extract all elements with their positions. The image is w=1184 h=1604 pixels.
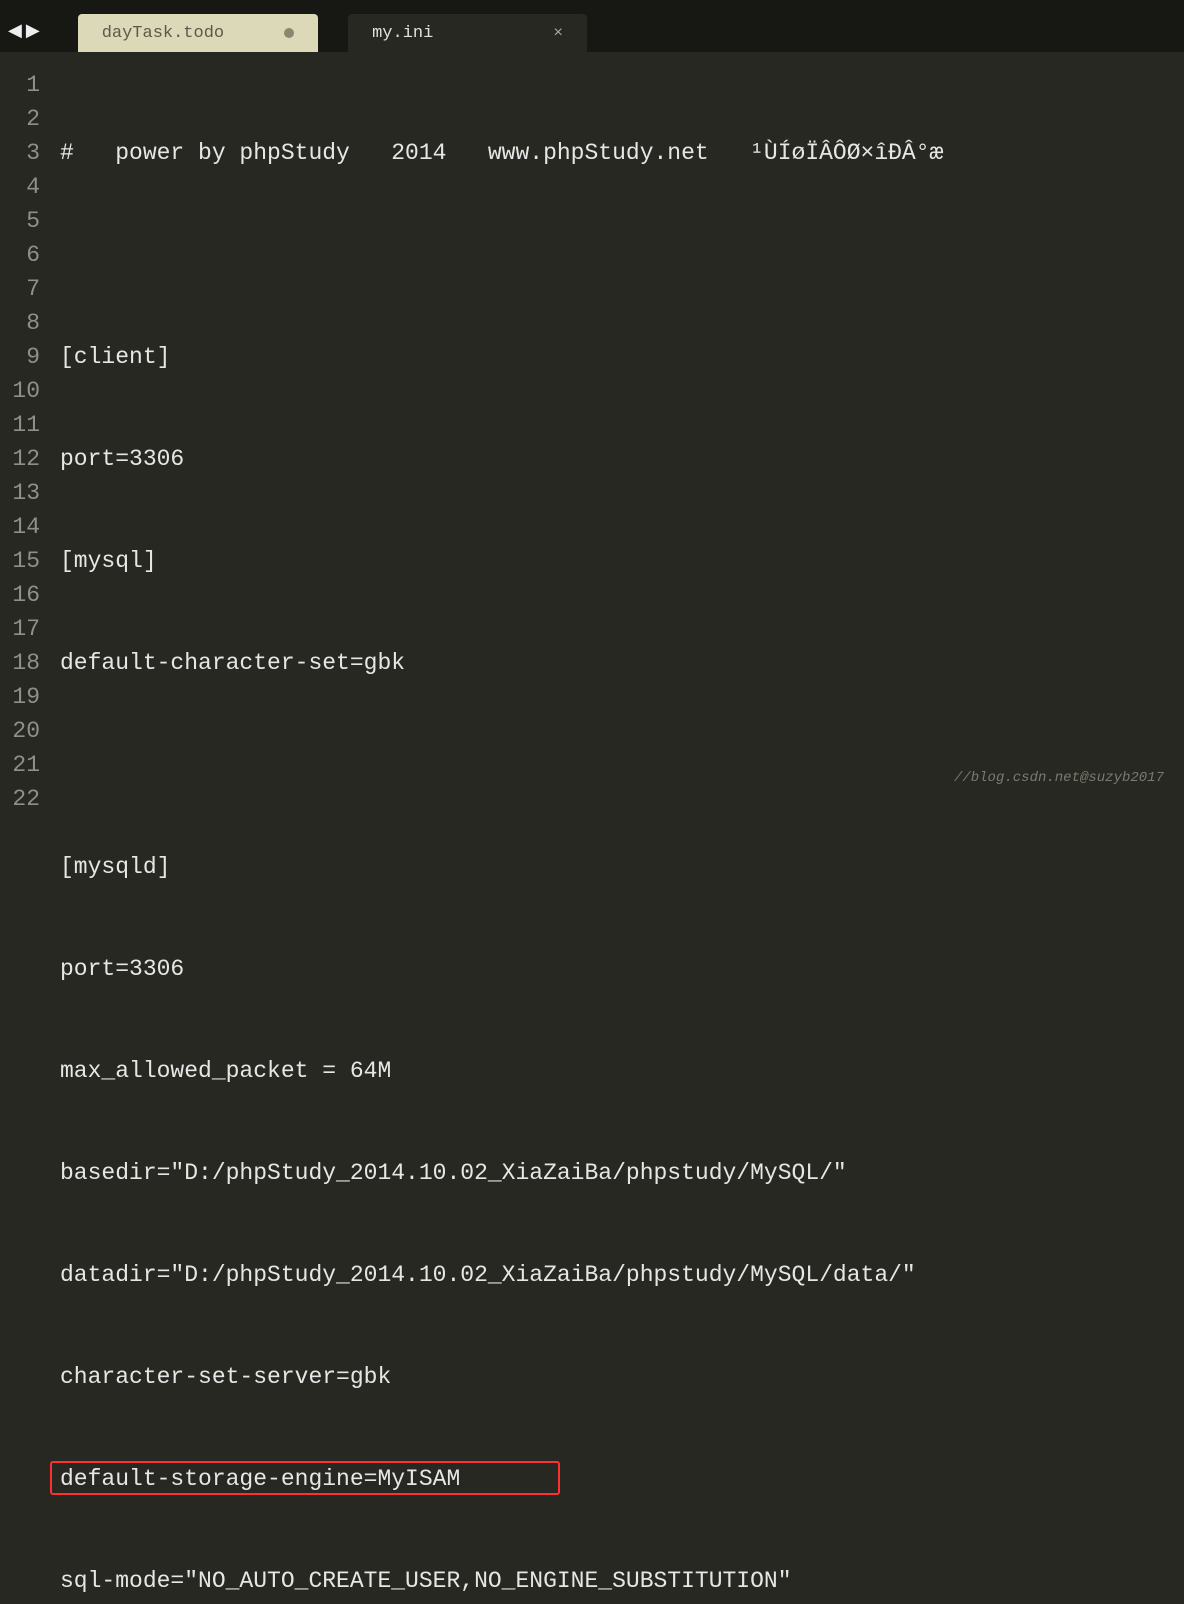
editor: 1 2 3 4 5 6 7 8 9 10 11 12 13 14 15 16 1… bbox=[0, 52, 1184, 802]
code-text: [mysqld] bbox=[60, 850, 170, 884]
line-number: 8 bbox=[0, 306, 40, 340]
code-text: basedir="D:/phpStudy_2014.10.02_XiaZaiBa… bbox=[60, 1156, 847, 1190]
code-line[interactable]: port=3306 bbox=[60, 952, 1176, 986]
code-line[interactable]: datadir="D:/phpStudy_2014.10.02_XiaZaiBa… bbox=[60, 1258, 1176, 1292]
code-text: default-character-set=gbk bbox=[60, 646, 405, 680]
code-line[interactable]: default-character-set=gbk bbox=[60, 646, 1176, 680]
code-line[interactable]: port=3306 bbox=[60, 442, 1176, 476]
line-number: 7 bbox=[0, 272, 40, 306]
code-area[interactable]: # power by phpStudy 2014 www.phpStudy.ne… bbox=[48, 52, 1184, 802]
line-number: 21 bbox=[0, 748, 40, 782]
tab-myini[interactable]: my.ini × bbox=[348, 14, 587, 52]
code-text: [client] bbox=[60, 340, 170, 374]
line-number: 19 bbox=[0, 680, 40, 714]
tab-label: my.ini bbox=[372, 24, 433, 43]
code-line[interactable]: [mysql] bbox=[60, 544, 1176, 578]
code-line[interactable]: character-set-server=gbk bbox=[60, 1360, 1176, 1394]
code-text: port=3306 bbox=[60, 952, 184, 986]
code-text: character-set-server=gbk bbox=[60, 1360, 391, 1394]
code-line[interactable]: sql-mode="NO_AUTO_CREATE_USER,NO_ENGINE_… bbox=[60, 1564, 1176, 1598]
code-line[interactable]: [client] bbox=[60, 340, 1176, 374]
line-number: 12 bbox=[0, 442, 40, 476]
watermark: //blog.csdn.net@suzyb2017 bbox=[954, 770, 1164, 786]
line-number: 5 bbox=[0, 204, 40, 238]
line-number: 9 bbox=[0, 340, 40, 374]
modified-indicator-icon bbox=[284, 28, 294, 38]
code-text: sql-mode="NO_AUTO_CREATE_USER,NO_ENGINE_… bbox=[60, 1564, 792, 1598]
code-text: default-storage-engine=MyISAM bbox=[60, 1462, 460, 1496]
line-number: 20 bbox=[0, 714, 40, 748]
nav-next-icon[interactable]: ▶ bbox=[26, 20, 40, 42]
code-line[interactable] bbox=[60, 238, 1176, 272]
tab-daytask[interactable]: dayTask.todo bbox=[78, 14, 318, 52]
line-number: 16 bbox=[0, 578, 40, 612]
line-number: 2 bbox=[0, 102, 40, 136]
tabs-container: dayTask.todo my.ini × bbox=[78, 10, 587, 52]
code-text: [mysql] bbox=[60, 544, 157, 578]
line-gutter: 1 2 3 4 5 6 7 8 9 10 11 12 13 14 15 16 1… bbox=[0, 52, 48, 802]
line-number: 6 bbox=[0, 238, 40, 272]
code-line[interactable]: [mysqld] bbox=[60, 850, 1176, 884]
code-line[interactable]: max_allowed_packet = 64M bbox=[60, 1054, 1176, 1088]
code-text: port=3306 bbox=[60, 442, 184, 476]
code-text: datadir="D:/phpStudy_2014.10.02_XiaZaiBa… bbox=[60, 1258, 916, 1292]
nav-arrows: ◀ ▶ bbox=[0, 20, 48, 42]
code-line[interactable]: basedir="D:/phpStudy_2014.10.02_XiaZaiBa… bbox=[60, 1156, 1176, 1190]
line-number: 18 bbox=[0, 646, 40, 680]
nav-prev-icon[interactable]: ◀ bbox=[8, 20, 22, 42]
line-number: 17 bbox=[0, 612, 40, 646]
line-number: 11 bbox=[0, 408, 40, 442]
tab-bar: ◀ ▶ dayTask.todo my.ini × bbox=[0, 10, 1184, 52]
code-line[interactable]: default-storage-engine=MyISAM bbox=[60, 1462, 1176, 1496]
line-number: 1 bbox=[0, 68, 40, 102]
line-number: 10 bbox=[0, 374, 40, 408]
line-number: 3 bbox=[0, 136, 40, 170]
line-number: 22 bbox=[0, 782, 40, 816]
code-text: max_allowed_packet = 64M bbox=[60, 1054, 391, 1088]
line-number: 13 bbox=[0, 476, 40, 510]
code-line[interactable]: # power by phpStudy 2014 www.phpStudy.ne… bbox=[60, 136, 1176, 170]
top-bar bbox=[0, 0, 1184, 10]
tab-label: dayTask.todo bbox=[102, 24, 224, 43]
close-icon[interactable]: × bbox=[553, 24, 563, 42]
code-text: # power by phpStudy 2014 www.phpStudy.ne… bbox=[60, 136, 943, 170]
line-number: 14 bbox=[0, 510, 40, 544]
line-number: 4 bbox=[0, 170, 40, 204]
line-number: 15 bbox=[0, 544, 40, 578]
